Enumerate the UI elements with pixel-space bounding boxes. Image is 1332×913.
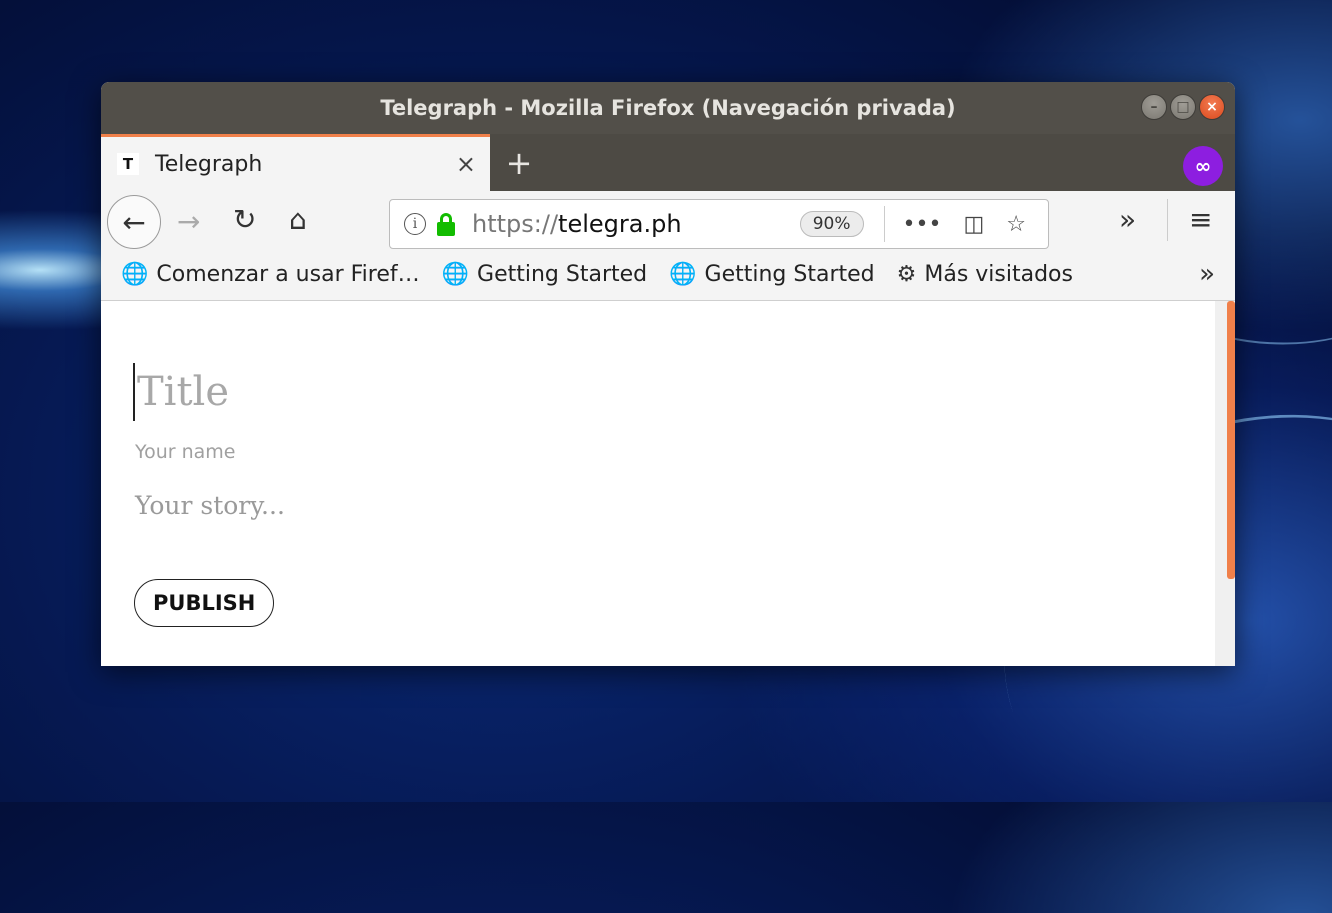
bookmark-label: Getting Started <box>704 262 875 287</box>
menu-divider <box>1167 199 1168 241</box>
scrollbar-track[interactable] <box>1215 301 1235 666</box>
page-content: Title Your name Your story... PUBLISH <box>101 301 1235 666</box>
bookmark-label: Más visitados <box>924 262 1073 287</box>
forward-button[interactable]: → <box>177 205 200 238</box>
globe-icon: 🌐 <box>669 262 697 287</box>
globe-icon: 🌐 <box>441 262 470 287</box>
private-mask-icon: ∞ <box>1183 146 1223 186</box>
bookmark-item[interactable]: 🌐 Getting Started <box>669 262 875 287</box>
bookmark-item[interactable]: ⚙ Más visitados <box>897 262 1073 287</box>
window-titlebar[interactable]: Telegraph - Mozilla Firefox (Navegación … <box>101 82 1235 134</box>
new-tab-button[interactable]: + <box>490 134 548 191</box>
close-window-button[interactable]: × <box>1199 94 1225 120</box>
bookmark-item[interactable]: 🌐 Getting Started <box>442 262 648 287</box>
window-title: Telegraph - Mozilla Firefox (Navegación … <box>380 96 956 120</box>
url-input[interactable]: https://telegra.ph <box>472 210 800 238</box>
hamburger-menu-icon[interactable]: ≡ <box>1189 203 1212 236</box>
maximize-button[interactable]: □ <box>1170 94 1196 120</box>
urlbar-divider <box>883 206 885 242</box>
gear-icon: ⚙ <box>896 262 917 287</box>
tab-close-icon[interactable]: × <box>456 150 476 178</box>
author-name-input[interactable]: Your name <box>135 441 235 463</box>
bookmarks-overflow-button[interactable]: » <box>1199 259 1215 289</box>
toolbar-overflow-button[interactable]: » <box>1119 203 1136 236</box>
star-icon[interactable]: ☆ <box>1006 212 1026 237</box>
zoom-level-badge[interactable]: 90% <box>799 211 864 237</box>
bookmark-label: Comenzar a usar Firef… <box>156 262 420 287</box>
tab-bar: T Telegraph × + ∞ <box>101 134 1235 191</box>
navigation-toolbar: ← → ↻ ⌂ i https://telegra.ph 90% ••• ◫ ☆… <box>101 191 1235 249</box>
globe-icon: 🌐 <box>121 262 149 287</box>
page-actions-icon[interactable]: ••• <box>903 212 942 237</box>
firefox-window: Telegraph - Mozilla Firefox (Navegación … <box>101 82 1235 666</box>
tab-title: Telegraph <box>155 151 263 177</box>
url-host: telegra.ph <box>558 210 682 238</box>
home-button[interactable]: ⌂ <box>289 203 307 236</box>
publish-button[interactable]: PUBLISH <box>134 579 275 627</box>
back-arrow-icon: ← <box>122 205 146 239</box>
back-button[interactable]: ← <box>107 195 161 249</box>
reload-button[interactable]: ↻ <box>233 203 256 236</box>
url-scheme: https:// <box>472 210 559 238</box>
telegraph-favicon-icon: T <box>117 153 139 175</box>
pocket-icon[interactable]: ◫ <box>963 212 984 237</box>
bookmark-label: Getting Started <box>477 262 648 287</box>
story-input[interactable]: Your story... <box>135 491 285 520</box>
minimize-button[interactable]: – <box>1141 94 1167 120</box>
bookmarks-toolbar: 🌐 Comenzar a usar Firef… 🌐 Getting Start… <box>101 249 1235 301</box>
bookmark-item[interactable]: 🌐 Comenzar a usar Firef… <box>121 262 420 287</box>
window-controls: – □ × <box>1141 94 1225 120</box>
scrollbar-thumb[interactable] <box>1227 301 1235 579</box>
lock-icon[interactable] <box>434 212 458 236</box>
tab-telegraph[interactable]: T Telegraph × <box>101 134 490 191</box>
url-bar[interactable]: i https://telegra.ph 90% ••• ◫ ☆ <box>389 199 1049 249</box>
title-input[interactable]: Title <box>133 363 229 421</box>
info-icon[interactable]: i <box>404 213 426 235</box>
